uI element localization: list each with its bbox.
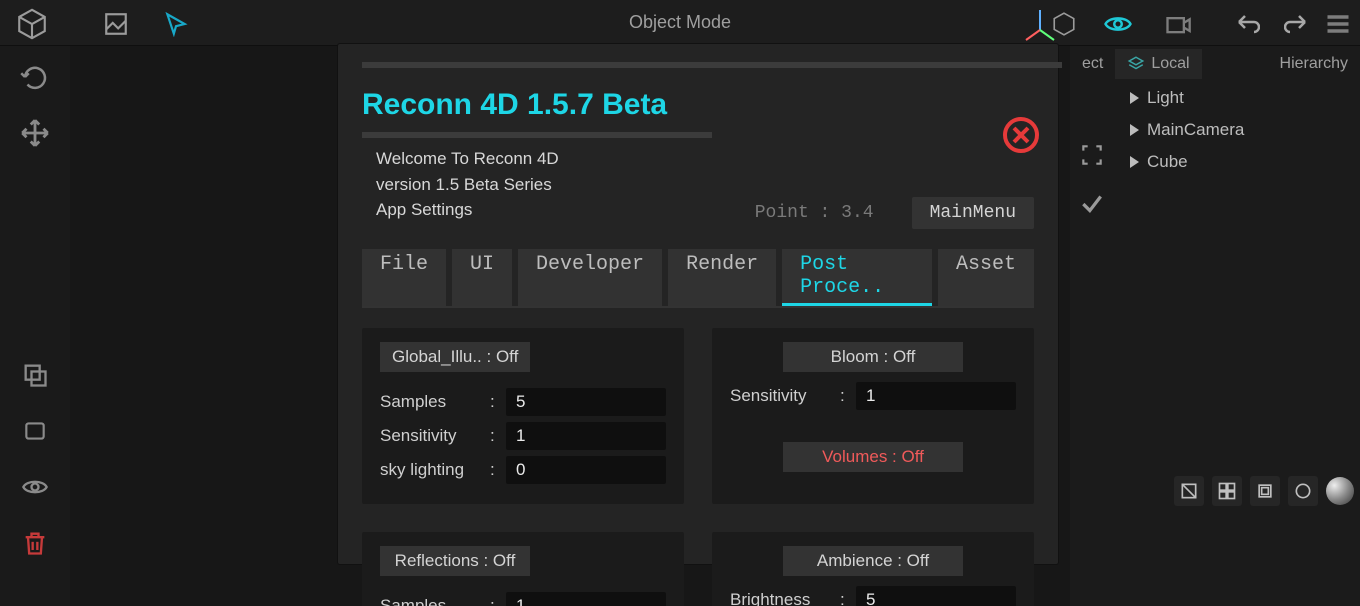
refl-samples-label: Samples bbox=[380, 596, 490, 606]
expand-icon bbox=[1130, 92, 1139, 104]
delete-tool-icon[interactable] bbox=[10, 518, 60, 568]
bloom-sensitivity-row: Sensitivity : 1 bbox=[730, 382, 1016, 410]
gi-toggle[interactable]: Global_Illu.. : Off bbox=[380, 342, 530, 372]
visibility-tool-icon[interactable] bbox=[10, 462, 60, 512]
hierarchy-label: Cube bbox=[1147, 152, 1188, 172]
left-toolbar bbox=[0, 46, 70, 606]
mode-label: Object Mode bbox=[0, 12, 1360, 33]
tab-local-label: Local bbox=[1151, 55, 1189, 73]
point-label: Point : 3.4 bbox=[755, 203, 874, 223]
bloom-sensitivity-label: Sensitivity bbox=[730, 386, 840, 406]
tab-developer[interactable]: Developer bbox=[518, 249, 662, 306]
tab-hierarchy[interactable]: Hierarchy bbox=[1268, 49, 1360, 79]
settings-tabs: File UI Developer Render Post Proce.. As… bbox=[362, 249, 1034, 308]
dialog-title: Reconn 4D 1.5.7 Beta bbox=[362, 88, 1034, 122]
bloom-sensitivity-value[interactable]: 1 bbox=[856, 382, 1016, 410]
plane-tool-icon[interactable] bbox=[10, 406, 60, 456]
gi-sky-label: sky lighting bbox=[380, 460, 490, 480]
right-panel: ect Local Hierarchy Light MainCamera Cub… bbox=[1070, 46, 1360, 606]
tab-asset[interactable]: Asset bbox=[938, 249, 1034, 306]
reflections-panel: Reflections : Off Samples : 1 bbox=[362, 532, 684, 606]
hierarchy-item-cube[interactable]: Cube bbox=[1070, 146, 1360, 178]
cube-icon-button[interactable] bbox=[14, 6, 50, 42]
expand-icon bbox=[1130, 156, 1139, 168]
duplicate-tool-icon[interactable] bbox=[10, 350, 60, 400]
gi-sensitivity-label: Sensitivity bbox=[380, 426, 490, 446]
reflections-toggle[interactable]: Reflections : Off bbox=[380, 546, 530, 576]
gi-samples-value[interactable]: 5 bbox=[506, 388, 666, 416]
tab-ect[interactable]: ect bbox=[1070, 49, 1115, 79]
viewport-mid-icons bbox=[1072, 140, 1112, 218]
confirm-check-icon[interactable] bbox=[1077, 188, 1107, 218]
tab-post-process[interactable]: Post Proce.. bbox=[782, 249, 932, 306]
panels-grid: Global_Illu.. : Off Samples : 5 Sensitiv… bbox=[362, 328, 1034, 606]
tab-file[interactable]: File bbox=[362, 249, 446, 306]
hamburger-menu-icon[interactable] bbox=[1320, 6, 1356, 42]
welcome-line2: version 1.5 Beta Series bbox=[376, 172, 1034, 198]
shading-box-icon[interactable] bbox=[1250, 476, 1280, 506]
redo-icon-button[interactable] bbox=[1278, 6, 1314, 42]
gi-samples-label: Samples bbox=[380, 392, 490, 412]
hierarchy-label: Light bbox=[1147, 88, 1184, 108]
decor-bar bbox=[362, 62, 1062, 68]
ambience-toggle[interactable]: Ambience : Off bbox=[783, 546, 963, 576]
shading-grid-icon[interactable] bbox=[1212, 476, 1242, 506]
bloom-toggle[interactable]: Bloom : Off bbox=[783, 342, 963, 372]
top-toolbar: Object Mode bbox=[0, 0, 1360, 46]
eye-icon-button[interactable] bbox=[1100, 6, 1136, 42]
decor-bar bbox=[362, 132, 712, 138]
move-tool-icon[interactable] bbox=[10, 108, 60, 158]
gi-samples-row: Samples : 5 bbox=[380, 388, 666, 416]
tab-render[interactable]: Render bbox=[668, 249, 776, 306]
gi-sensitivity-value[interactable]: 1 bbox=[506, 422, 666, 450]
refl-samples-value[interactable]: 1 bbox=[506, 592, 666, 606]
wireframe-cube-icon[interactable] bbox=[1046, 6, 1082, 42]
shading-material-sphere[interactable] bbox=[1326, 477, 1354, 505]
stack-icon bbox=[1127, 55, 1145, 73]
expand-icon bbox=[1130, 124, 1139, 136]
hierarchy-item-light[interactable]: Light bbox=[1070, 82, 1360, 114]
amb-brightness-row: Brightness : 5 bbox=[730, 586, 1016, 606]
right-panel-tabs: ect Local Hierarchy bbox=[1070, 46, 1360, 82]
hierarchy-item-maincamera[interactable]: MainCamera bbox=[1070, 114, 1360, 146]
bloom-panel: Bloom : Off Sensitivity : 1 Volumes : Of… bbox=[712, 328, 1034, 504]
cursor-icon-button[interactable] bbox=[158, 6, 194, 42]
shading-flat-icon[interactable] bbox=[1174, 476, 1204, 506]
welcome-line1: Welcome To Reconn 4D bbox=[376, 146, 1034, 172]
amb-brightness-label: Brightness bbox=[730, 590, 840, 606]
undo-icon-button[interactable] bbox=[1230, 6, 1266, 42]
tab-local[interactable]: Local bbox=[1115, 49, 1201, 79]
refl-samples-row: Samples : 1 bbox=[380, 592, 666, 606]
hierarchy-label: MainCamera bbox=[1147, 120, 1244, 140]
volumes-toggle[interactable]: Volumes : Off bbox=[783, 442, 963, 472]
gi-sensitivity-row: Sensitivity : 1 bbox=[380, 422, 666, 450]
tab-ui[interactable]: UI bbox=[452, 249, 512, 306]
global-illumination-panel: Global_Illu.. : Off Samples : 5 Sensitiv… bbox=[362, 328, 684, 504]
frame-select-icon[interactable] bbox=[1077, 140, 1107, 170]
mainmenu-button[interactable]: MainMenu bbox=[912, 197, 1034, 229]
ambience-panel: Ambience : Off Brightness : 5 bbox=[712, 532, 1034, 606]
viewport-shading-toolbar bbox=[1174, 476, 1354, 506]
gi-sky-row: sky lighting : 0 bbox=[380, 456, 666, 484]
image-icon-button[interactable] bbox=[98, 6, 134, 42]
amb-brightness-value[interactable]: 5 bbox=[856, 586, 1016, 606]
refresh-tool-icon[interactable] bbox=[10, 52, 60, 102]
settings-dialog: Reconn 4D 1.5.7 Beta Welcome To Reconn 4… bbox=[338, 44, 1058, 564]
close-button[interactable] bbox=[1002, 116, 1040, 154]
shading-circle-icon[interactable] bbox=[1288, 476, 1318, 506]
gi-sky-value[interactable]: 0 bbox=[506, 456, 666, 484]
camera-icon-button[interactable] bbox=[1160, 6, 1196, 42]
